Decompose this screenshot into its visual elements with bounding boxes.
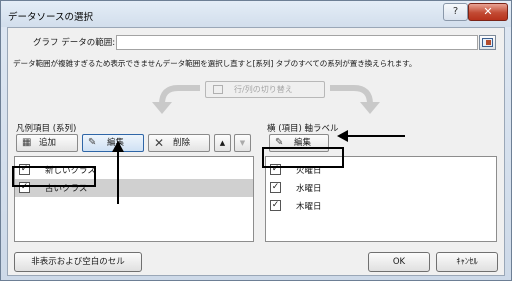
annotation-arrows	[112, 130, 405, 204]
